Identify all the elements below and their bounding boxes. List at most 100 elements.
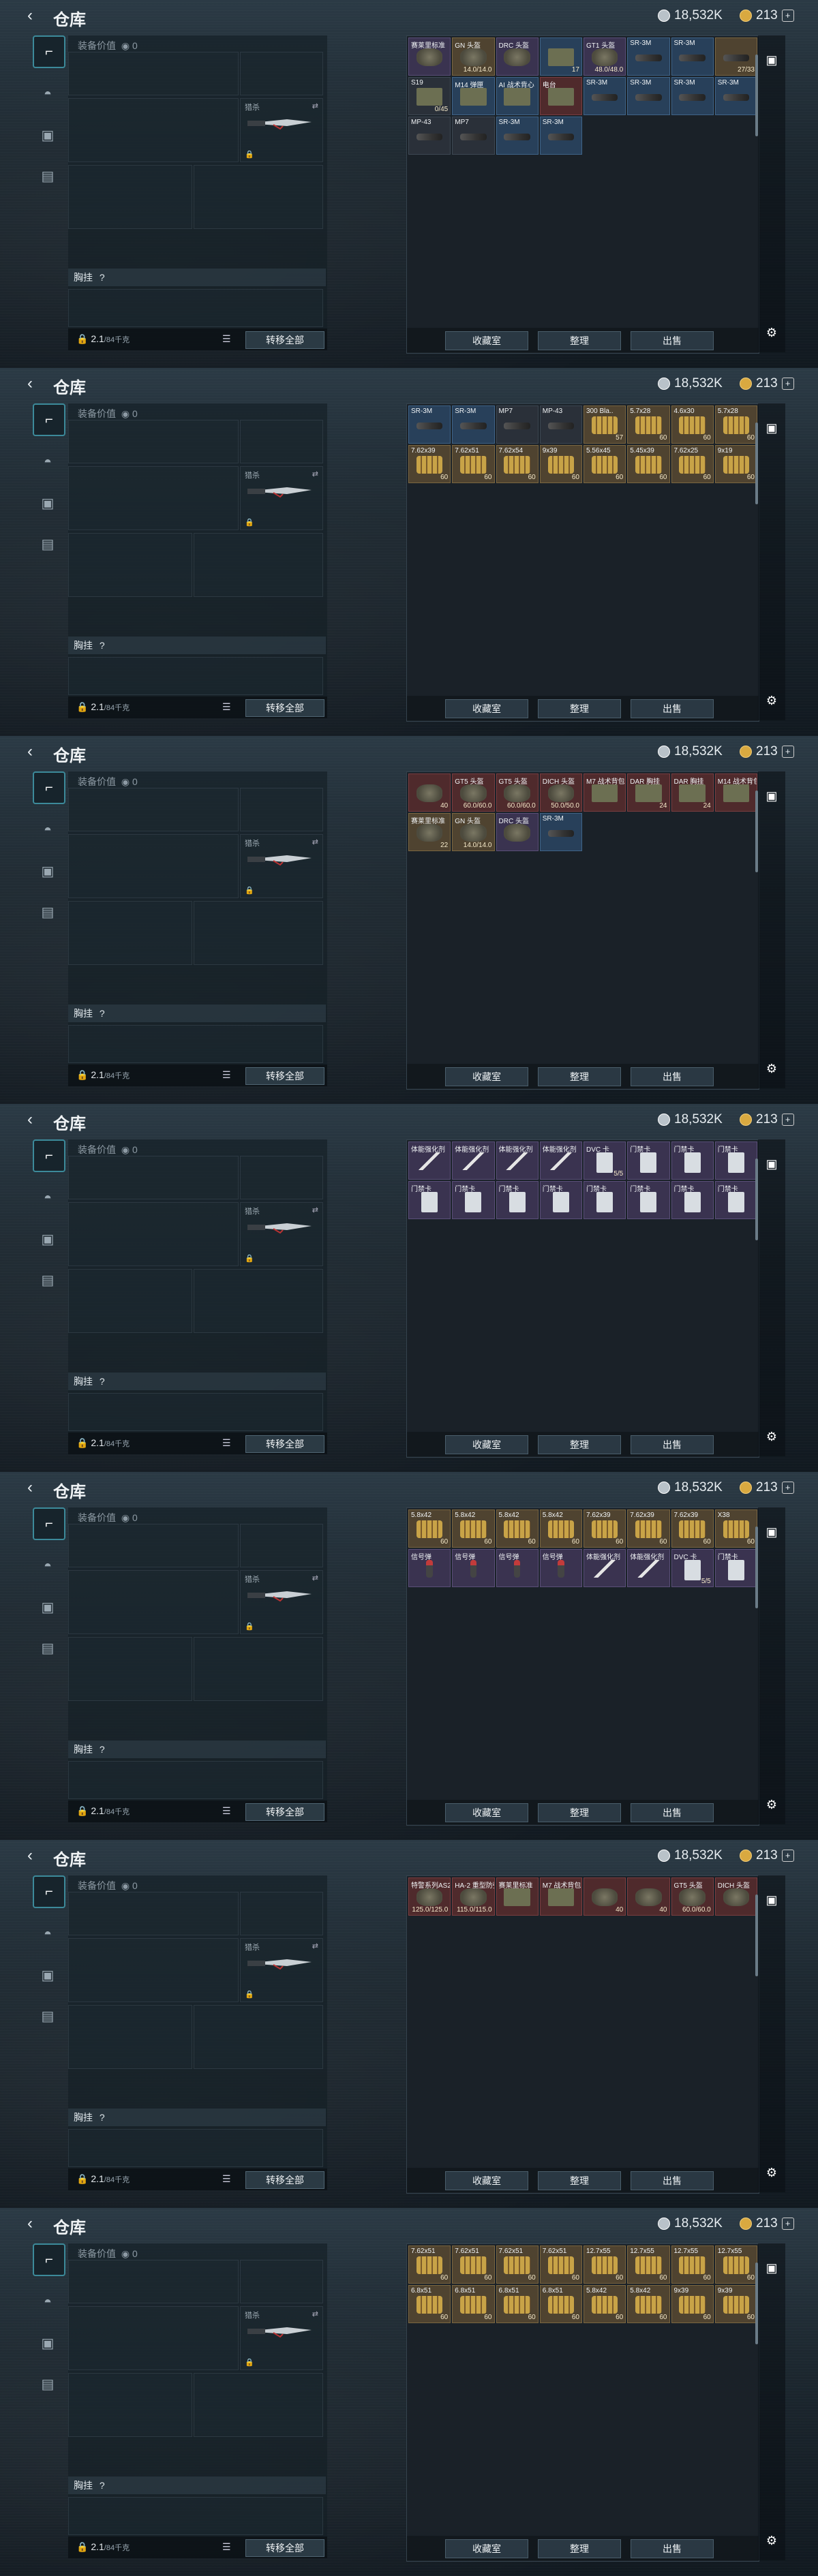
gear-icon[interactable]: ⚙ [761, 1794, 783, 1815]
list-icon[interactable]: ☰ [222, 1805, 231, 1817]
inventory-item[interactable]: 12.7x55 60 [714, 2245, 757, 2284]
pistol-slot[interactable] [240, 2260, 323, 2303]
helmet-slot[interactable] [68, 901, 192, 965]
list-icon[interactable]: ☰ [222, 2541, 231, 2553]
inventory-item[interactable]: M14 弹匣 [452, 77, 495, 115]
sell-button[interactable]: 出售 [631, 1803, 714, 1822]
add-currency-icon[interactable]: + [781, 1482, 794, 1494]
helmet-slot[interactable] [68, 165, 192, 229]
inventory-item[interactable]: SR-3M [496, 117, 539, 155]
organize-button[interactable]: 整理 [538, 1067, 621, 1086]
chest-rig-row[interactable]: 胸挂 ? [68, 1373, 326, 1390]
inventory-item[interactable]: 7.62x39 60 [408, 445, 451, 483]
inventory-item[interactable]: DICH 头盔 50.0/50.0 [539, 773, 582, 812]
secondary-weapon-slot[interactable] [68, 1892, 239, 1935]
organize-button[interactable]: 整理 [538, 2171, 621, 2190]
melee-slot[interactable]: 猎杀 ⇄ 🔒 [240, 1202, 323, 1266]
gear-icon[interactable]: ⚙ [761, 322, 783, 343]
inventory-item[interactable]: 门禁卡 [714, 1141, 757, 1180]
pistol-slot[interactable] [240, 788, 323, 831]
organize-button[interactable]: 整理 [538, 699, 621, 718]
list-icon[interactable]: ☰ [222, 701, 231, 713]
inventory-item[interactable]: 电台 [539, 77, 582, 115]
backpack-tab-icon[interactable]: ▤ [33, 2001, 63, 2031]
inventory-item[interactable]: X38 60 [714, 1509, 757, 1548]
list-icon[interactable]: ☰ [222, 333, 231, 345]
transfer-all-button[interactable]: 转移全部 [245, 1067, 324, 1085]
inventory-item[interactable]: 7.62x39 60 [584, 1509, 626, 1548]
backpack-slot[interactable] [68, 2129, 323, 2167]
inventory-item[interactable]: 9x19 60 [714, 445, 757, 483]
swap-icon[interactable]: ⇄ [312, 1942, 318, 1950]
safe-box-icon[interactable]: ▣ [761, 1153, 783, 1175]
inventory-item[interactable]: 5.45x39 60 [627, 445, 670, 483]
pistol-slot[interactable] [240, 1524, 323, 1567]
backpack-slot[interactable] [68, 1393, 323, 1431]
inventory-item[interactable]: 门禁卡 [627, 1181, 670, 1219]
pistol-slot[interactable] [240, 52, 323, 95]
inventory-item[interactable]: 体能强化剂 [452, 1141, 495, 1180]
helmet-tab-icon[interactable]: ◓ [33, 2287, 63, 2317]
armor-slot[interactable] [194, 533, 323, 597]
safe-box-icon[interactable]: ▣ [761, 1889, 783, 1911]
inventory-item[interactable]: 9x39 60 [671, 2285, 714, 2323]
add-currency-icon[interactable]: + [781, 10, 794, 22]
inventory-item[interactable]: 7.62x39 60 [627, 1509, 670, 1548]
backpack-tab-icon[interactable]: ▤ [33, 1633, 63, 1663]
back-arrow-icon[interactable]: ‹ [27, 2215, 45, 2233]
weapon-tab-icon[interactable]: ⌐ [33, 2243, 65, 2276]
sell-button[interactable]: 出售 [631, 331, 714, 350]
backpack-slot[interactable] [68, 2497, 323, 2535]
inventory-item[interactable]: 5.8x42 60 [496, 1509, 539, 1548]
inventory-item[interactable]: 门禁卡 [539, 1181, 582, 1219]
list-icon[interactable]: ☰ [222, 1069, 231, 1081]
helmet-tab-icon[interactable]: ◓ [33, 1183, 63, 1213]
inventory-item[interactable]: 门禁卡 [671, 1181, 714, 1219]
inventory-item[interactable]: 7.62x51 60 [496, 2245, 539, 2284]
swap-icon[interactable]: ⇄ [312, 1206, 318, 1214]
inventory-item[interactable]: DAR 胸挂 24 [671, 773, 714, 812]
stash-button[interactable]: 收藏室 [445, 1067, 528, 1086]
back-arrow-icon[interactable]: ‹ [27, 1847, 45, 1865]
organize-button[interactable]: 整理 [538, 1803, 621, 1822]
inventory-item[interactable]: 5.8x42 60 [627, 2285, 670, 2323]
chest-rig-row[interactable]: 胸挂 ? [68, 1741, 326, 1758]
armor-tab-icon[interactable]: ▣ [33, 1592, 63, 1622]
inventory-item[interactable]: GN 头盔 14.0/14.0 [452, 813, 495, 851]
inventory-item[interactable]: SR-3M [539, 117, 582, 155]
chest-rig-row[interactable]: 胸挂 ? [68, 2477, 326, 2494]
inventory-item[interactable]: 27/33 [714, 37, 757, 76]
primary-weapon-slot[interactable] [68, 834, 239, 898]
inventory-item[interactable]: DICH 头盔 [714, 1877, 757, 1916]
inventory-item[interactable]: GT5 头盔 60.0/60.0 [496, 773, 539, 812]
chest-rig-row[interactable]: 胸挂 ? [68, 269, 326, 286]
inventory-item[interactable]: SR-3M [627, 37, 670, 76]
helmet-tab-icon[interactable]: ◓ [33, 79, 63, 109]
inventory-item[interactable]: 特警系列AS2 D级护甲 125.0/125.0 [408, 1877, 451, 1916]
inventory-item[interactable]: 门禁卡 [452, 1181, 495, 1219]
sell-button[interactable]: 出售 [631, 2539, 714, 2558]
safe-box-icon[interactable]: ▣ [761, 1521, 783, 1543]
gear-icon[interactable]: ⚙ [761, 1058, 783, 1079]
inventory-item[interactable]: M7 战术背包 [539, 1877, 582, 1916]
armor-slot[interactable] [194, 901, 323, 965]
swap-icon[interactable]: ⇄ [312, 838, 318, 846]
melee-slot[interactable]: 猎杀 ⇄ 🔒 [240, 466, 323, 530]
sell-button[interactable]: 出售 [631, 1435, 714, 1454]
gold-currency[interactable]: 213 + [740, 1480, 794, 1495]
transfer-all-button[interactable]: 转移全部 [245, 331, 324, 349]
inventory-item[interactable]: 300 Bla.. 57 [584, 405, 626, 444]
stash-button[interactable]: 收藏室 [445, 331, 528, 350]
safe-box-icon[interactable]: ▣ [761, 785, 783, 807]
primary-weapon-slot[interactable] [68, 1202, 239, 1266]
inventory-item[interactable]: 9x39 60 [539, 445, 582, 483]
help-icon[interactable]: ? [100, 640, 105, 651]
inventory-item[interactable]: 5.56x45 60 [584, 445, 626, 483]
organize-button[interactable]: 整理 [538, 1435, 621, 1454]
gold-currency[interactable]: 213 + [740, 2216, 794, 2231]
secondary-weapon-slot[interactable] [68, 1156, 239, 1199]
backpack-slot[interactable] [68, 1761, 323, 1799]
backpack-tab-icon[interactable]: ▤ [33, 1265, 63, 1295]
secondary-weapon-slot[interactable] [68, 52, 239, 95]
inventory-item[interactable]: 5.8x42 60 [584, 2285, 626, 2323]
